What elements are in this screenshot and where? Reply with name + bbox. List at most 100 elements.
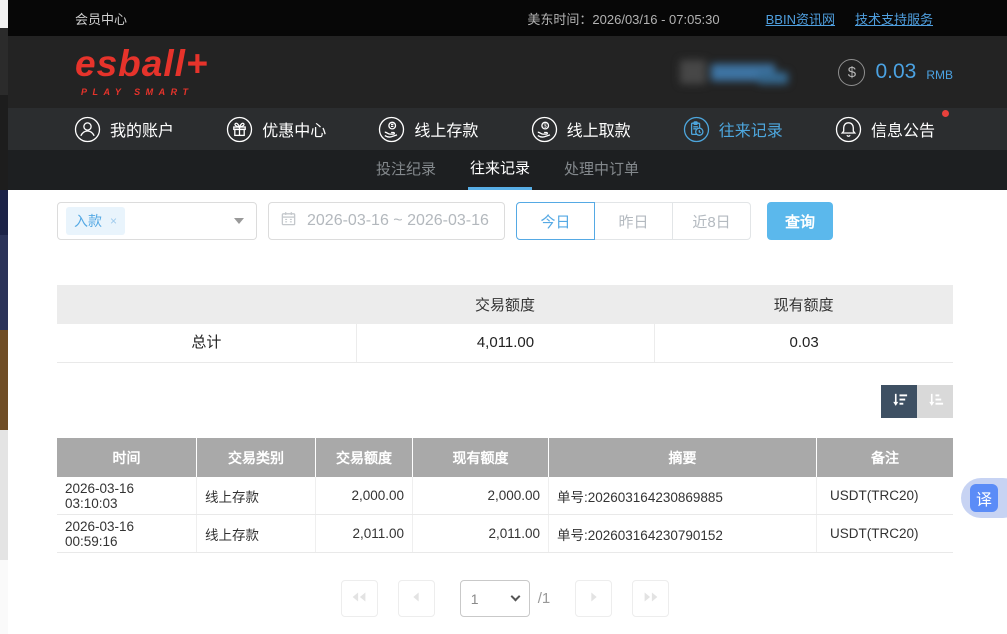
nav-item-online-deposit[interactable]: 线上存款: [378, 116, 478, 143]
next-page-button[interactable]: [575, 580, 612, 617]
wallet-balance[interactable]: $ 0.03 RMB: [838, 59, 953, 86]
date-range-input[interactable]: 2026-03-16 ~ 2026-03-16: [268, 202, 505, 240]
gift-icon: [226, 116, 253, 143]
cell-note: USDT(TRC20): [817, 477, 953, 514]
account-area: $ 0.03 RMB: [680, 36, 953, 108]
last-page-button[interactable]: [632, 580, 669, 617]
header: esball+ PLAY SMART $ 0.03 RMB: [8, 36, 1007, 108]
deposit-icon: [378, 116, 405, 143]
summary-table: 交易额度 现有额度 总计 4,011.00 0.03: [57, 285, 953, 363]
nav-item-my-account[interactable]: 我的账户: [74, 116, 174, 143]
bbin-news-link[interactable]: BBIN资讯网: [766, 9, 835, 28]
col-header-type: 交易类别: [197, 438, 316, 477]
cell-amount: 2,011.00: [316, 515, 413, 552]
tag-remove-icon[interactable]: ×: [110, 214, 117, 228]
tab-betting-records[interactable]: 投注纪录: [374, 150, 438, 190]
chevron-down-icon: [234, 218, 244, 224]
cell-type: 线上存款: [197, 515, 316, 552]
tab-processing-orders[interactable]: 处理中订单: [562, 150, 641, 190]
search-button[interactable]: 查询: [767, 202, 833, 240]
tab-transaction-records[interactable]: 往来记录: [468, 150, 532, 190]
nav-label: 线上存款: [414, 117, 478, 141]
translate-icon[interactable]: 译: [970, 484, 998, 512]
cell-type: 线上存款: [197, 477, 316, 514]
cell-time: 2026-03-16 03:10:03: [57, 477, 197, 514]
date-range-value: 2026-03-16 ~ 2026-03-16: [307, 212, 489, 230]
double-left-arrow-icon: [349, 588, 369, 609]
records-icon: [683, 116, 710, 143]
page-select-value: 1: [471, 591, 479, 607]
bell-icon: [835, 116, 862, 143]
transaction-type-select[interactable]: 入款 ×: [57, 202, 257, 240]
yesterday-button[interactable]: 昨日: [594, 202, 673, 240]
content-area: 入款 × 2026-03-16 ~ 2026-03-16 今日: [8, 190, 1007, 617]
cell-summary: 单号:202603164230790152: [549, 515, 817, 552]
logo-tagline: PLAY SMART: [81, 87, 194, 97]
col-header-balance: 现有额度: [413, 438, 549, 477]
nav-item-promotions[interactable]: 优惠中心: [226, 116, 326, 143]
calendar-icon: [280, 210, 297, 232]
nav-item-transaction-records[interactable]: 往来记录: [683, 116, 783, 143]
summary-current-balance: 0.03: [654, 324, 953, 362]
cell-time: 2026-03-16 00:59:16: [57, 515, 197, 552]
summary-transaction-amount: 4,011.00: [356, 324, 655, 362]
balance-currency: RMB: [926, 68, 953, 82]
quick-date-group: 今日 昨日 近8日: [516, 202, 751, 240]
filter-row: 入款 × 2026-03-16 ~ 2026-03-16 今日: [57, 202, 1007, 240]
first-page-button[interactable]: [341, 580, 378, 617]
cell-note: USDT(TRC20): [817, 515, 953, 552]
dollar-icon: $: [838, 59, 865, 86]
sort-ascending-button[interactable]: [917, 385, 953, 418]
sub-nav: 投注纪录 往来记录 处理中订单: [8, 150, 1007, 190]
notification-dot: [942, 110, 949, 117]
cell-balance: 2,000.00: [413, 477, 549, 514]
username-blurred: [680, 60, 788, 84]
chevron-down-icon: [510, 592, 520, 602]
summary-header-transaction-amount: 交易额度: [356, 294, 655, 315]
tech-support-link[interactable]: 技术支持服务: [855, 9, 933, 28]
left-arrow-icon: [408, 588, 424, 609]
summary-total-label: 总计: [57, 324, 356, 362]
type-tag: 入款 ×: [66, 207, 125, 235]
last-8-days-button[interactable]: 近8日: [672, 202, 751, 240]
nav-label: 往来记录: [719, 117, 783, 141]
svg-text:$: $: [543, 123, 546, 129]
col-header-amount: 交易额度: [316, 438, 413, 477]
records-table: 时间 交易类别 交易额度 现有额度 摘要 备注 2026-03-16 03:10…: [57, 438, 953, 553]
cell-amount: 2,000.00: [316, 477, 413, 514]
withdraw-icon: $: [531, 116, 558, 143]
nav-label: 优惠中心: [262, 117, 326, 141]
table-row: 2026-03-16 00:59:16 线上存款 2,011.00 2,011.…: [57, 515, 953, 553]
type-tag-label: 入款: [74, 211, 102, 231]
member-center-page: 会员中心 美东时间：2026/03/16 - 07:05:30 BBIN资讯网 …: [8, 0, 1007, 634]
esball-logo[interactable]: esball+: [75, 44, 209, 85]
topbar: 会员中心 美东时间：2026/03/16 - 07:05:30 BBIN资讯网 …: [8, 0, 1007, 36]
previous-page-button[interactable]: [398, 580, 435, 617]
summary-total-row: 总计 4,011.00 0.03: [57, 324, 953, 363]
translate-widget[interactable]: 译: [961, 478, 1007, 518]
summary-header-row: 交易额度 现有额度: [57, 285, 953, 324]
nav-label: 我的账户: [110, 117, 174, 141]
today-button[interactable]: 今日: [516, 202, 595, 240]
nav-label: 线上取款: [567, 117, 631, 141]
page-select[interactable]: 1: [460, 580, 530, 617]
col-header-note: 备注: [817, 438, 953, 477]
member-center-label: 会员中心: [75, 9, 127, 28]
col-header-time: 时间: [57, 438, 197, 477]
nav-label: 信息公告: [871, 117, 935, 141]
nav-item-announcements[interactable]: 信息公告: [835, 116, 935, 143]
balance-amount: 0.03: [875, 60, 916, 84]
sort-controls: [57, 385, 953, 418]
right-arrow-icon: [586, 588, 602, 609]
nav-item-online-withdrawal[interactable]: $ 线上取款: [531, 116, 631, 143]
col-header-summary: 摘要: [549, 438, 817, 477]
cell-summary: 单号:202603164230869885: [549, 477, 817, 514]
user-icon: [74, 116, 101, 143]
sort-descending-button[interactable]: [881, 385, 917, 418]
cell-balance: 2,011.00: [413, 515, 549, 552]
sort-descending-icon: [890, 391, 909, 413]
background-strip: [0, 0, 8, 634]
double-right-arrow-icon: [641, 588, 661, 609]
main-nav: 我的账户 优惠中心: [8, 108, 1007, 150]
pagination: 1 /1: [57, 580, 953, 617]
